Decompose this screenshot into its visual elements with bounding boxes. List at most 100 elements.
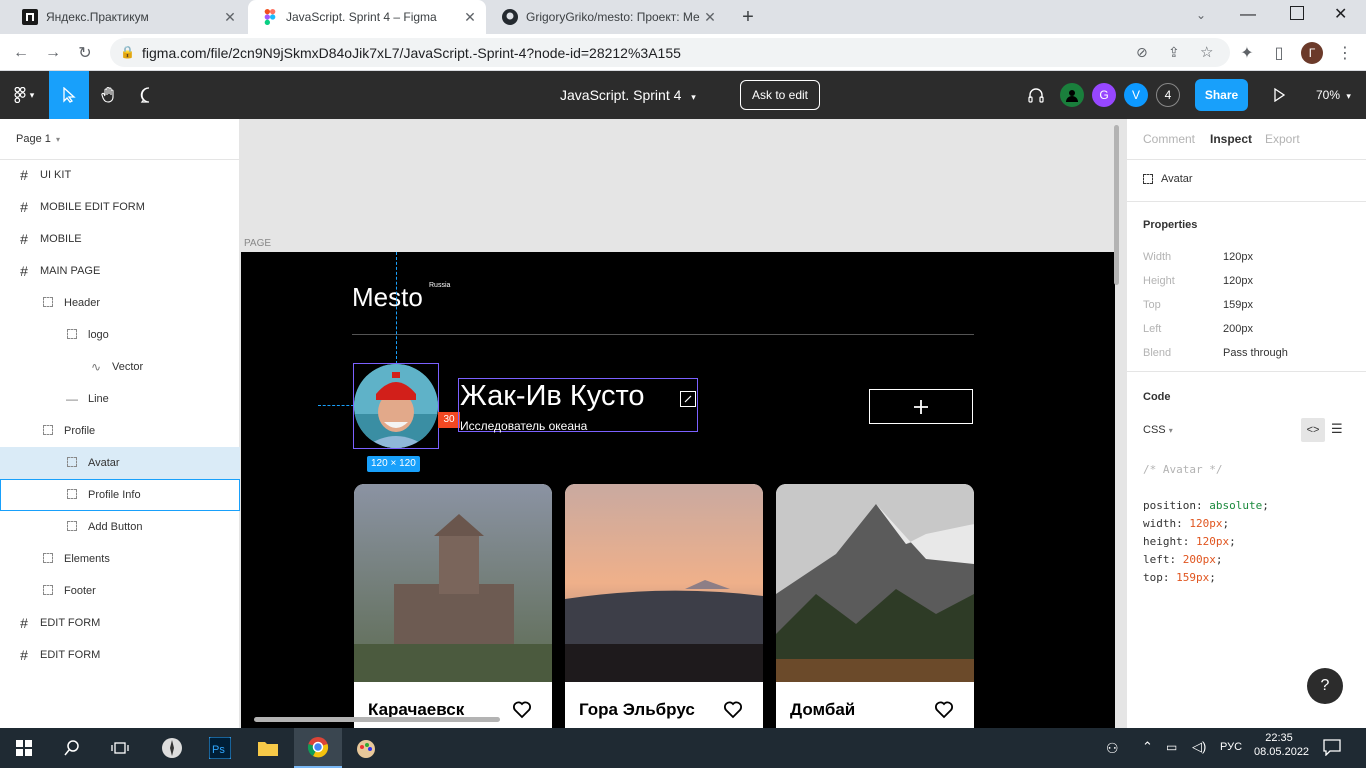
code-view-icon[interactable]: <> — [1301, 418, 1325, 442]
layer-item[interactable]: Avatar — [0, 447, 240, 479]
profile-about[interactable]: Исследователь океана — [460, 419, 587, 433]
chevron-down-icon: ▾ — [691, 92, 696, 102]
windows-start-icon[interactable] — [0, 728, 48, 768]
tab-inspect[interactable]: Inspect — [1210, 132, 1252, 146]
tab-comment[interactable]: Comment — [1143, 132, 1195, 146]
ask-to-edit-button[interactable]: Ask to edit — [740, 80, 820, 110]
tab-practicum[interactable]: Яндекс.Практикум ✕ — [8, 0, 246, 34]
heart-icon[interactable] — [512, 700, 532, 720]
forward-icon[interactable]: → — [42, 42, 64, 64]
property-value[interactable]: 120px — [1223, 275, 1253, 287]
place-card[interactable]: Домбай — [776, 484, 974, 728]
frame-label[interactable]: PAGE — [244, 238, 271, 249]
collaborator-avatar[interactable] — [1060, 83, 1084, 107]
help-button[interactable]: ? — [1307, 668, 1343, 704]
file-explorer-icon[interactable] — [244, 728, 292, 768]
property-value[interactable]: 159px — [1223, 299, 1253, 311]
url-text[interactable]: figma.com/file/2cn9N9jSkmxD84oJik7xL7/Ja… — [142, 45, 681, 61]
new-tab-button[interactable]: + — [736, 6, 760, 30]
layer-item[interactable]: Profile — [0, 415, 240, 447]
collaborator-avatar[interactable]: G — [1092, 83, 1116, 107]
paint-icon[interactable] — [342, 728, 390, 768]
input-language[interactable]: РУС — [1220, 741, 1242, 753]
move-tool-button[interactable] — [49, 71, 89, 119]
hand-tool-button[interactable] — [89, 71, 129, 119]
close-icon[interactable]: ✕ — [702, 9, 718, 25]
headphones-icon[interactable] — [1022, 71, 1050, 119]
horizontal-scrollbar[interactable] — [254, 717, 500, 722]
profile-avatar[interactable]: Г — [1301, 42, 1323, 64]
minimize-button[interactable]: — — [1240, 6, 1260, 26]
reload-icon[interactable]: ↻ — [74, 42, 96, 64]
task-view-icon[interactable] — [96, 728, 144, 768]
layer-item[interactable]: # UI KIT — [0, 159, 240, 191]
bookmark-star-icon[interactable]: ☆ — [1200, 43, 1213, 61]
list-view-icon[interactable]: ☰ — [1331, 421, 1349, 439]
notifications-icon[interactable] — [1322, 738, 1342, 757]
property-value[interactable]: 200px — [1223, 323, 1253, 335]
close-icon[interactable]: ✕ — [462, 9, 478, 25]
tab-search-icon[interactable]: ⌄ — [1196, 8, 1214, 26]
maximize-button[interactable] — [1290, 6, 1304, 20]
collaborator-avatar[interactable]: V — [1124, 83, 1148, 107]
share-icon[interactable]: ⇪ — [1168, 44, 1180, 61]
share-button[interactable]: Share — [1195, 79, 1248, 111]
side-panel-icon[interactable]: ▯ — [1268, 42, 1290, 64]
layer-item[interactable]: — Line — [0, 383, 240, 415]
code-language-dropdown[interactable]: CSS ▾ — [1143, 424, 1173, 436]
omnibox[interactable]: 🔒 figma.com/file/2cn9N9jSkmxD84oJik7xL7/… — [110, 38, 1230, 67]
back-icon[interactable]: ← — [10, 42, 32, 64]
close-window-button[interactable]: ✕ — [1334, 4, 1354, 24]
tab-figma[interactable]: JavaScript. Sprint 4 – Figma ✕ — [248, 0, 486, 34]
layer-item[interactable]: # MOBILE — [0, 223, 240, 255]
extensions-icon[interactable]: ✦ — [1236, 42, 1258, 64]
photoshop-icon[interactable]: Ps — [196, 728, 244, 768]
layer-item[interactable]: # MOBILE EDIT FORM — [0, 191, 240, 223]
inspect-panel: Comment Inspect Export Avatar Properties… — [1126, 119, 1366, 728]
layer-item[interactable]: Header — [0, 287, 240, 319]
property-value[interactable]: Pass through — [1223, 347, 1288, 359]
layer-item[interactable]: Add Button — [0, 511, 240, 543]
frame-icon: # — [20, 167, 28, 183]
present-button[interactable] — [1266, 71, 1292, 119]
battery-icon[interactable]: ▭ — [1166, 740, 1177, 754]
layer-item[interactable]: Footer — [0, 575, 240, 607]
property-value[interactable]: 120px — [1223, 251, 1253, 263]
chevron-up-icon[interactable]: ⌃ — [1142, 739, 1153, 755]
comment-tool-button[interactable] — [129, 71, 169, 119]
file-title[interactable]: JavaScript. Sprint 4 ▾ — [560, 87, 696, 103]
layer-item[interactable]: # EDIT FORM — [0, 607, 240, 639]
edit-pencil-icon[interactable] — [680, 391, 696, 407]
close-icon[interactable]: ✕ — [222, 9, 238, 25]
tab-export[interactable]: Export — [1265, 132, 1300, 146]
measure-guide — [396, 252, 397, 364]
layer-item[interactable]: ∿ Vector — [0, 351, 240, 383]
search-icon[interactable] — [48, 728, 96, 768]
layer-item[interactable]: logo — [0, 319, 240, 351]
heart-icon[interactable] — [723, 700, 743, 720]
heart-icon[interactable] — [934, 700, 954, 720]
layer-item[interactable]: # EDIT FORM — [0, 639, 240, 671]
canvas[interactable]: PAGE Mesto Russia 120 × 120 30 Жак-Ив Ку… — [240, 119, 1126, 728]
figma-menu-button[interactable]: ▾ — [4, 71, 44, 119]
place-card[interactable]: Гора Эльбрус — [565, 484, 763, 728]
yandex-browser-icon[interactable] — [148, 728, 196, 768]
page-selector[interactable]: Page 1 ▾ — [16, 133, 60, 145]
clock[interactable]: 22:35 08.05.2022 — [1254, 732, 1309, 758]
layer-item[interactable]: # MAIN PAGE — [0, 255, 240, 287]
place-card[interactable]: Карачаевск — [354, 484, 552, 728]
kebab-menu-icon[interactable]: ⋮ — [1334, 42, 1356, 64]
volume-icon[interactable]: ◁) — [1192, 739, 1206, 755]
people-icon[interactable]: ⚇ — [1106, 740, 1124, 758]
layer-item[interactable]: Profile Info — [0, 479, 240, 511]
main-page-frame[interactable]: Mesto Russia 120 × 120 30 Жак-Ив Кусто И… — [241, 252, 1115, 728]
layer-item[interactable]: Elements — [0, 543, 240, 575]
eye-off-icon[interactable]: ⊘ — [1136, 44, 1148, 61]
vertical-scrollbar[interactable] — [1114, 125, 1119, 285]
chrome-icon[interactable] — [294, 728, 342, 768]
zoom-dropdown[interactable]: 70% ▾ — [1316, 88, 1351, 102]
collaborator-count[interactable]: 4 — [1156, 83, 1180, 107]
add-button[interactable] — [869, 389, 973, 424]
profile-name[interactable]: Жак-Ив Кусто — [460, 380, 645, 413]
tab-github[interactable]: GrigoryGriko/mesto: Проект: Ме ✕ — [488, 0, 726, 34]
